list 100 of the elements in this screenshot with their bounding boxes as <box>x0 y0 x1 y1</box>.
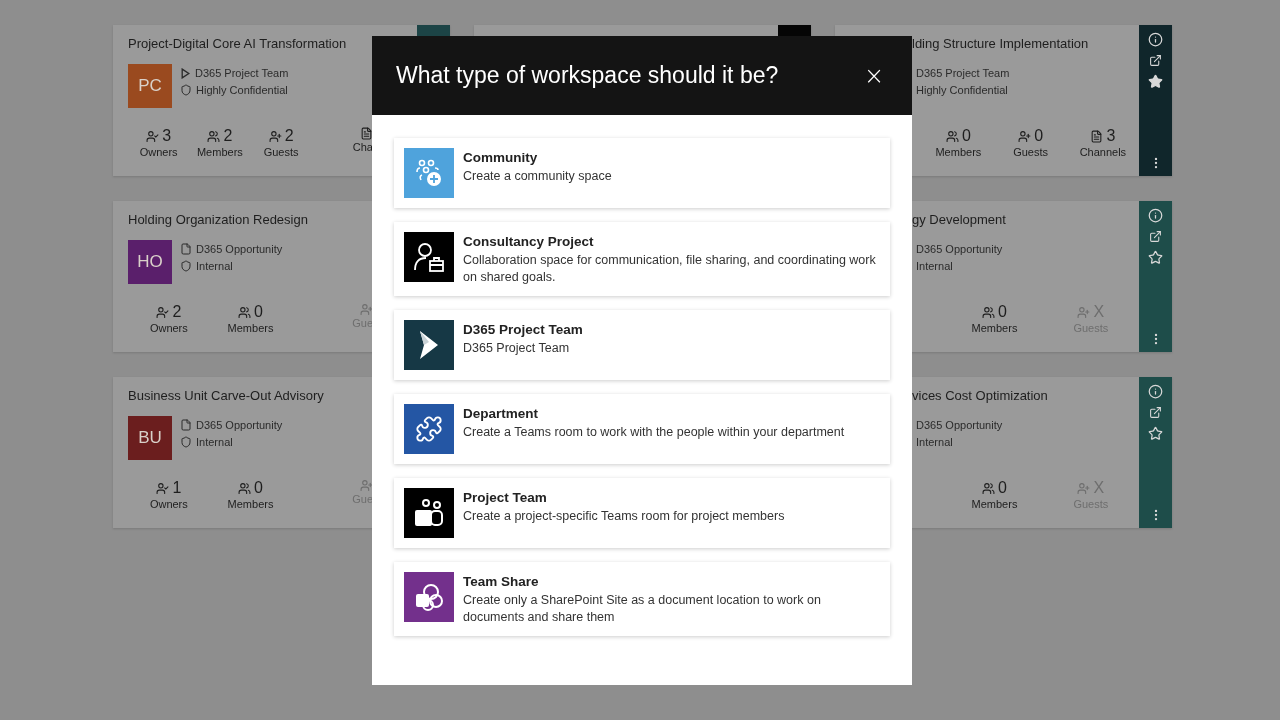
stat-label: Members <box>196 146 243 158</box>
people-icon <box>945 129 959 143</box>
teams-logo-icon <box>413 498 445 528</box>
dialog-title: What type of workspace should it be? <box>396 62 779 89</box>
workspace-option[interactable]: Project Team Create a project-specific Teams room for project members <box>394 478 890 548</box>
option-title: Community <box>463 150 539 165</box>
stat-value: 0 <box>961 127 971 145</box>
option-description: D365 Project Team <box>463 340 571 357</box>
option-description: Create a project-specific Teams room for project members <box>463 508 785 525</box>
stat-value: 0 <box>1034 127 1044 145</box>
people-icon <box>982 305 996 319</box>
classification: Highly Confidential <box>916 84 1008 96</box>
stat-value: 0 <box>254 479 263 497</box>
classification: Internal <box>196 260 233 272</box>
team-avatar: BU <box>128 416 172 460</box>
stat-value: 0 <box>998 303 1007 321</box>
stat-label: Owners <box>149 498 188 510</box>
team-avatar: HO <box>128 240 172 284</box>
people-icon <box>982 481 996 495</box>
people-icon <box>207 129 221 143</box>
play-icon <box>180 67 191 79</box>
team-type: D365 Opportunity <box>196 419 283 431</box>
person-add-icon <box>360 303 373 316</box>
list-icon <box>1090 129 1104 143</box>
person-add-icon <box>268 129 282 143</box>
person-briefcase-icon <box>413 241 445 273</box>
info-icon[interactable] <box>1148 384 1163 399</box>
workspace-option[interactable]: Team Share Create only a SharePoint Site as a document location to work on documents and share them <box>394 562 890 636</box>
stat-value: 0 <box>998 479 1007 497</box>
document-icon <box>180 243 192 255</box>
shield-icon <box>180 84 192 96</box>
option-title: Team Share <box>463 574 540 589</box>
external-link-icon[interactable] <box>1149 54 1162 67</box>
shield-icon <box>180 260 192 272</box>
team-title: Holding Organization Redesign <box>128 212 309 228</box>
stat-label: Members <box>227 498 274 510</box>
team-type: D365 Project Team <box>195 67 289 79</box>
external-link-icon[interactable] <box>1149 406 1162 419</box>
info-icon[interactable] <box>1148 208 1163 223</box>
option-title: Project Team <box>463 490 548 505</box>
classification: Internal <box>916 260 953 272</box>
workspace-option[interactable]: Department Create a Teams room to work with the people within your department <box>394 394 890 464</box>
people-add-icon <box>414 158 444 188</box>
list-icon <box>360 127 373 140</box>
workspace-option[interactable]: D365 Project Team D365 Project Team <box>394 310 890 380</box>
external-link-icon[interactable] <box>1149 230 1162 243</box>
stat-label: Owners <box>149 322 188 334</box>
person-add-icon <box>1077 305 1091 319</box>
option-title: Department <box>463 406 539 421</box>
stat-value: 2 <box>172 303 182 321</box>
option-description: Collaboration space for communication, file sharing, and coordinating work on shared goals. <box>463 252 877 286</box>
option-title: Consultancy Project <box>463 234 595 249</box>
info-icon[interactable] <box>1148 32 1163 47</box>
document-icon <box>180 419 192 431</box>
team-title: vices Cost Optimization <box>912 388 1049 404</box>
team-title: gy Development <box>912 212 1007 228</box>
option-title: D365 Project Team <box>463 322 583 337</box>
classification: Internal <box>196 436 233 448</box>
stat-value: 1 <box>172 479 182 497</box>
stat-label: Cha <box>352 141 373 153</box>
sharepoint-logo-icon <box>413 582 445 612</box>
workspace-option[interactable]: Consultancy Project Collaboration space for communication, file sharing, and coordinating work on shared goals. <box>394 222 890 296</box>
person-check-icon <box>146 129 160 143</box>
person-add-icon <box>360 479 373 492</box>
stat-label: Members <box>971 322 1018 334</box>
team-type: D365 Project Team <box>916 67 1010 79</box>
team-title: Project-Digital Core AI Transformation <box>128 36 348 52</box>
person-add-icon <box>1018 129 1032 143</box>
stat-value: 3 <box>162 127 172 145</box>
close-button[interactable]: × <box>859 63 888 88</box>
person-add-icon <box>1077 481 1091 495</box>
stat-label: Channels <box>1079 146 1127 158</box>
star-icon[interactable] <box>1148 74 1163 89</box>
star-icon[interactable] <box>1148 250 1163 265</box>
classification: Internal <box>916 436 953 448</box>
person-check-icon <box>156 481 170 495</box>
team-title: Business Unit Carve-Out Advisory <box>128 388 325 404</box>
stat-value: 0 <box>254 303 263 321</box>
people-icon <box>238 305 252 319</box>
team-type: D365 Opportunity <box>916 419 1003 431</box>
team-title: lding Structure Implementation <box>912 36 1090 52</box>
team-type: D365 Opportunity <box>196 243 283 255</box>
star-icon[interactable] <box>1148 426 1163 441</box>
stat-label: Guests <box>263 146 299 158</box>
team-type: D365 Opportunity <box>916 243 1003 255</box>
stat-value: 2 <box>284 127 294 145</box>
stat-value: 3 <box>1106 127 1116 145</box>
option-description: Create a Teams room to work with the people within your department <box>463 424 845 441</box>
team-avatar: PC <box>128 64 172 108</box>
stat-label: Members <box>971 498 1018 510</box>
person-check-icon <box>156 305 170 319</box>
shield-icon <box>180 436 192 448</box>
workspace-option[interactable]: Community Create a community space <box>394 138 890 208</box>
stat-value: 2 <box>223 127 233 145</box>
people-icon <box>238 481 252 495</box>
option-description: Create only a SharePoint Site as a document location to work on documents and share them <box>463 592 822 626</box>
stat-label: Owners <box>139 146 178 158</box>
stat-label: Members <box>935 146 982 158</box>
classification: Highly Confidential <box>196 84 288 96</box>
puzzle-icon <box>415 415 443 443</box>
